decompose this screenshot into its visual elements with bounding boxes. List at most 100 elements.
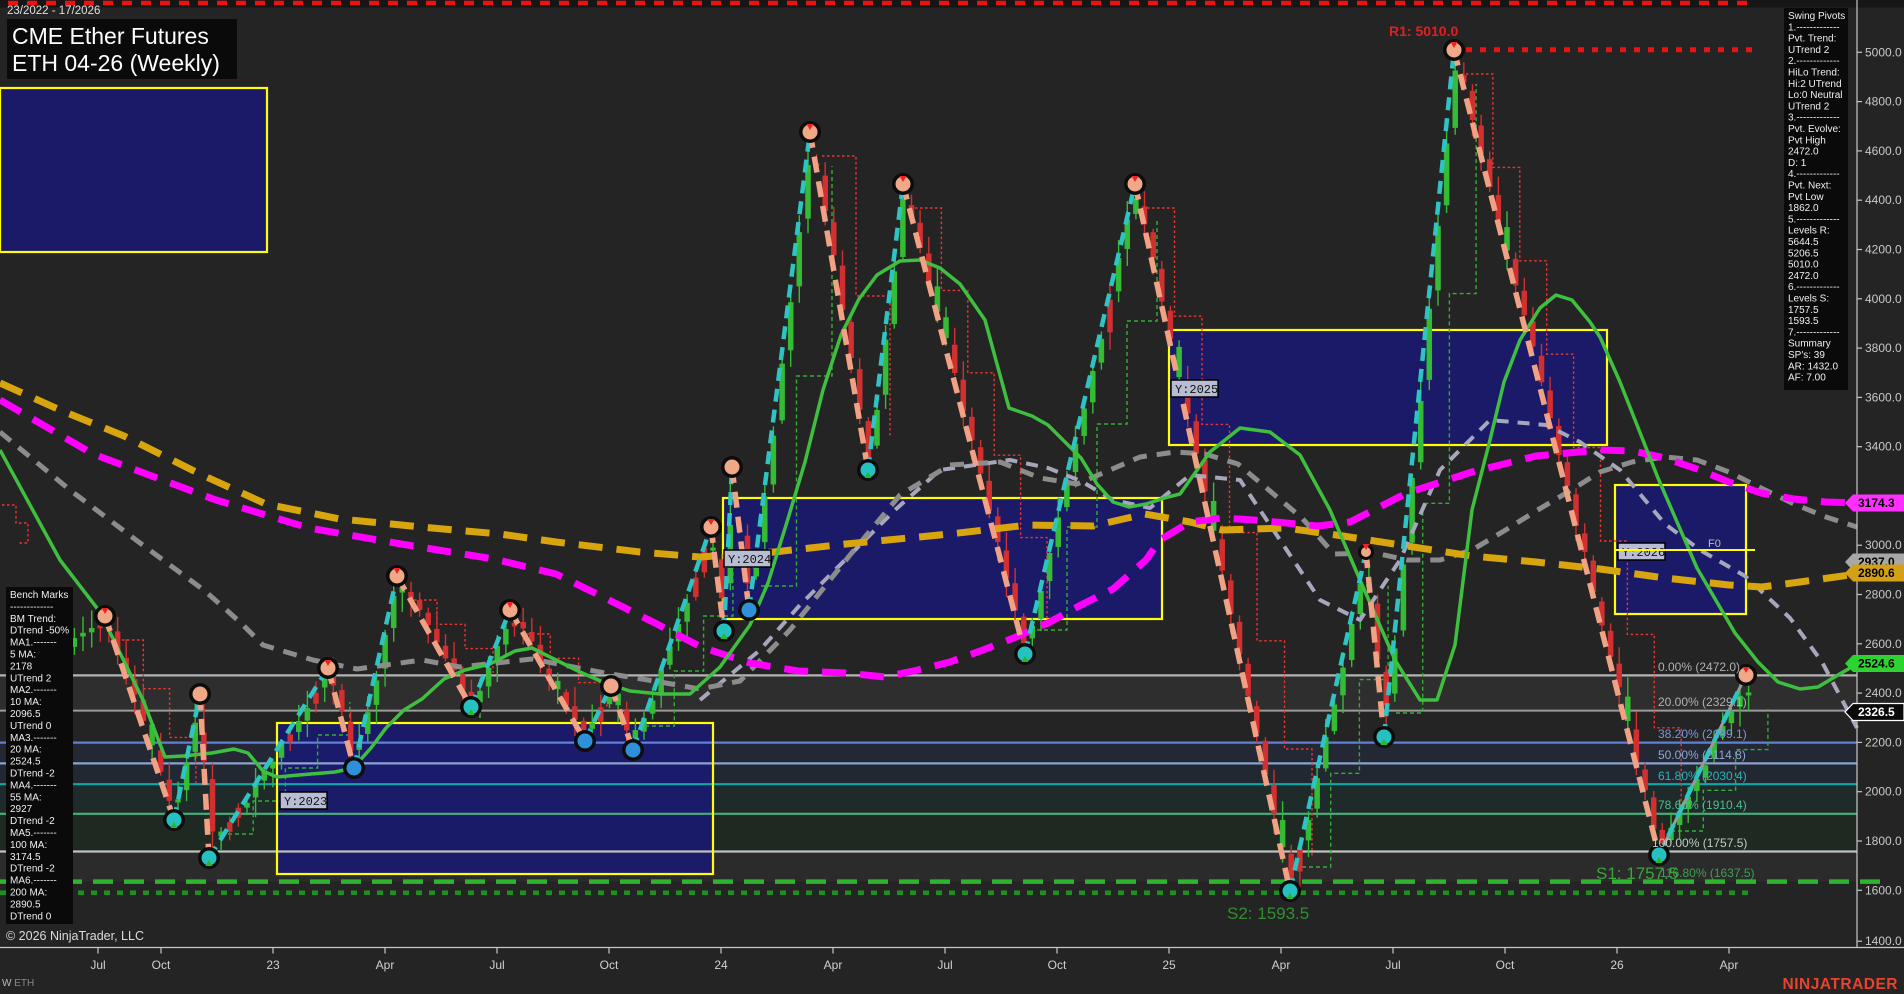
svg-text:10 MA:: 10 MA: — [10, 697, 42, 708]
svg-text:3800.0: 3800.0 — [1865, 341, 1902, 355]
svg-text:2326.5: 2326.5 — [1858, 705, 1895, 719]
svg-text:4.-------------: 4.------------- — [1788, 169, 1840, 180]
svg-text:23: 23 — [266, 958, 280, 972]
svg-text:2178: 2178 — [10, 661, 33, 672]
svg-text:2800.0: 2800.0 — [1865, 588, 1902, 602]
svg-text:Pvt. Evolve:: Pvt. Evolve: — [1788, 124, 1841, 135]
svg-text:DTrend -50%: DTrend -50% — [10, 626, 69, 637]
svg-text:ETH 04-26 (Weekly): ETH 04-26 (Weekly) — [12, 50, 220, 76]
svg-text:DTrend 0: DTrend 0 — [10, 911, 52, 922]
svg-text:2000.0: 2000.0 — [1865, 785, 1902, 799]
svg-text:3174.5: 3174.5 — [10, 852, 41, 863]
svg-text:DTrend -2: DTrend -2 — [10, 864, 55, 875]
svg-text:2200.0: 2200.0 — [1865, 735, 1902, 749]
svg-text:2600.0: 2600.0 — [1865, 637, 1902, 651]
svg-text:Apr: Apr — [376, 958, 395, 972]
svg-text:5644.5: 5644.5 — [1788, 237, 1819, 248]
svg-text:7.-------------: 7.------------- — [1788, 327, 1840, 338]
svg-text:24: 24 — [714, 958, 728, 972]
svg-text:© 2026 NinjaTrader, LLC: © 2026 NinjaTrader, LLC — [6, 929, 144, 943]
svg-text:DTrend -2: DTrend -2 — [10, 769, 55, 780]
svg-text:4400.0: 4400.0 — [1865, 193, 1902, 207]
svg-text:MA6.-------: MA6.------- — [10, 876, 57, 887]
svg-text:2400.0: 2400.0 — [1865, 686, 1902, 700]
svg-text:1593.5: 1593.5 — [1788, 316, 1819, 327]
svg-text:Pvt. Next:: Pvt. Next: — [1788, 181, 1831, 192]
svg-text:5206.5: 5206.5 — [1788, 248, 1819, 259]
svg-text:Jul: Jul — [1385, 958, 1400, 972]
svg-text:MA3.-------: MA3.------- — [10, 733, 57, 744]
svg-text:4000.0: 4000.0 — [1865, 292, 1902, 306]
svg-text:MA4.-------: MA4.------- — [10, 780, 57, 791]
svg-text:6.-------------: 6.------------- — [1788, 282, 1840, 293]
svg-text:Levels S:: Levels S: — [1788, 294, 1829, 305]
svg-text:UTrend 0: UTrend 0 — [10, 721, 52, 732]
svg-text:BM Trend:: BM Trend: — [10, 614, 56, 625]
svg-text:F0: F0 — [1708, 538, 1721, 550]
svg-text:2890.6: 2890.6 — [1858, 566, 1895, 580]
svg-text:Oct: Oct — [1048, 958, 1067, 972]
svg-text:UTrend 2: UTrend 2 — [1788, 101, 1830, 112]
svg-text:1400.0: 1400.0 — [1865, 934, 1902, 948]
svg-text:Oct: Oct — [152, 958, 171, 972]
svg-text:Jul: Jul — [489, 958, 504, 972]
svg-text:NINJATRADER: NINJATRADER — [1783, 976, 1898, 993]
svg-text:SP's: 39: SP's: 39 — [1788, 350, 1825, 361]
svg-text:20.00% (2329.1): 20.00% (2329.1) — [1658, 695, 1747, 709]
svg-text:5000.0: 5000.0 — [1865, 45, 1902, 59]
svg-text:AF: 7.00: AF: 7.00 — [1788, 373, 1826, 384]
svg-text:0.00% (2472.0): 0.00% (2472.0) — [1658, 660, 1740, 674]
svg-text:2.-------------: 2.------------- — [1788, 56, 1840, 67]
svg-text:Bench Marks: Bench Marks — [10, 590, 68, 601]
svg-text:CME Ether Futures: CME Ether Futures — [12, 23, 209, 49]
svg-text:HiLo Trend:: HiLo Trend: — [1788, 68, 1840, 79]
svg-text:1800.0: 1800.0 — [1865, 834, 1902, 848]
svg-text:1600.0: 1600.0 — [1865, 883, 1902, 897]
svg-text:23/2022 - 17/2026: 23/2022 - 17/2026 — [7, 5, 100, 17]
svg-text:Swing Pivots: Swing Pivots — [1788, 11, 1845, 22]
svg-text:Oct: Oct — [600, 958, 619, 972]
svg-text:-------------: ------------- — [10, 602, 53, 613]
svg-text:W ETH: W ETH — [2, 978, 34, 989]
svg-text:20 MA:: 20 MA: — [10, 745, 42, 756]
svg-text:AR: 1432.0: AR: 1432.0 — [1788, 361, 1838, 372]
svg-text:5010.0: 5010.0 — [1788, 260, 1819, 271]
svg-text:Oct: Oct — [1496, 958, 1515, 972]
svg-text:3600.0: 3600.0 — [1865, 390, 1902, 404]
svg-text:Jul: Jul — [937, 958, 952, 972]
svg-text:MA1.-------: MA1.------- — [10, 638, 57, 649]
svg-text:38.20% (2199.1): 38.20% (2199.1) — [1658, 727, 1747, 741]
svg-text:4200.0: 4200.0 — [1865, 243, 1902, 257]
svg-text:3000.0: 3000.0 — [1865, 538, 1902, 552]
svg-text:55 MA:: 55 MA: — [10, 792, 42, 803]
svg-text:Y:2026: Y:2026 — [1622, 546, 1665, 560]
svg-text:2524.6: 2524.6 — [1858, 657, 1895, 671]
svg-text:1862.0: 1862.0 — [1788, 203, 1819, 214]
svg-text:Hi:2 UTrend: Hi:2 UTrend — [1788, 79, 1842, 90]
svg-text:UTrend 2: UTrend 2 — [1788, 45, 1830, 56]
svg-text:50.00% (2114.8): 50.00% (2114.8) — [1658, 748, 1746, 762]
svg-text:5.-------------: 5.------------- — [1788, 214, 1840, 225]
svg-text:2927: 2927 — [10, 804, 33, 815]
svg-text:Lo:0 Neutral: Lo:0 Neutral — [1788, 90, 1842, 101]
svg-text:MA5.-------: MA5.------- — [10, 828, 57, 839]
svg-text:4600.0: 4600.0 — [1865, 144, 1902, 158]
svg-text:Apr: Apr — [1720, 958, 1739, 972]
svg-text:200 MA:: 200 MA: — [10, 888, 47, 899]
svg-text:2472.0: 2472.0 — [1788, 147, 1819, 158]
svg-text:DTrend -2: DTrend -2 — [10, 816, 55, 827]
svg-text:Y:2024: Y:2024 — [728, 553, 771, 567]
svg-text:MA2.-------: MA2.------- — [10, 685, 57, 696]
svg-text:2096.5: 2096.5 — [10, 709, 41, 720]
svg-text:100.00% (1757.5): 100.00% (1757.5) — [1652, 836, 1747, 850]
svg-text:2472.0: 2472.0 — [1788, 271, 1819, 282]
svg-text:25: 25 — [1162, 958, 1176, 972]
svg-text:Y:2025: Y:2025 — [1175, 383, 1218, 397]
svg-text:26: 26 — [1610, 958, 1624, 972]
svg-text:Pvt. Trend:: Pvt. Trend: — [1788, 34, 1836, 45]
svg-text:2890.5: 2890.5 — [10, 899, 41, 910]
svg-text:D: 1: D: 1 — [1788, 158, 1807, 169]
svg-text:5 MA:: 5 MA: — [10, 650, 36, 661]
svg-text:UTrend 2: UTrend 2 — [10, 673, 52, 684]
svg-text:Apr: Apr — [1272, 958, 1291, 972]
